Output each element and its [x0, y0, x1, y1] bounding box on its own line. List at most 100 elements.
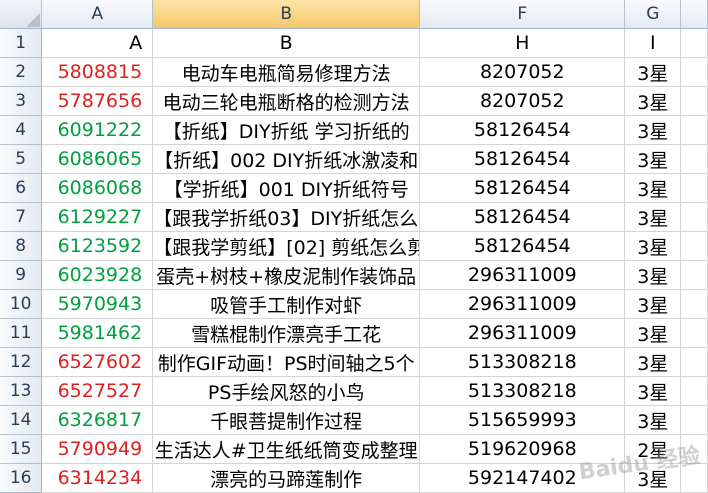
cell-b[interactable]: 雪糕棍制作漂亮手工花	[152, 318, 421, 348]
row-header[interactable]: 13	[0, 376, 43, 406]
cell-a[interactable]: 6086068	[41, 173, 154, 203]
column-header-f[interactable]: F	[419, 0, 626, 29]
column-header-next[interactable]	[680, 0, 708, 29]
cell-empty[interactable]	[680, 202, 708, 232]
cell-empty[interactable]	[680, 86, 708, 116]
cell-a[interactable]: 6129227	[41, 202, 154, 232]
cell-f[interactable]: 8207052	[419, 86, 626, 116]
cell-empty[interactable]	[680, 376, 708, 406]
cell-f[interactable]: 8207052	[419, 57, 626, 87]
cell-g[interactable]: 3星	[624, 115, 682, 145]
cell-a[interactable]: 5970943	[41, 289, 154, 319]
cell-b[interactable]: 【跟我学折纸03】DIY折纸怎么折	[152, 202, 421, 232]
cell-b[interactable]: 蛋壳+树枝+橡皮泥制作装饰品	[152, 260, 421, 290]
cell-g[interactable]: 3星	[624, 144, 682, 174]
cell-b[interactable]: 制作GIF动画！PS时间轴之5个	[152, 347, 421, 377]
cell-a[interactable]: 5981462	[41, 318, 154, 348]
cell-b[interactable]: 生活达人#卫生纸纸筒变成整理	[152, 434, 421, 464]
cell-g[interactable]: 3星	[624, 318, 682, 348]
cell-g[interactable]: 3星	[624, 86, 682, 116]
select-all-corner[interactable]	[0, 0, 43, 29]
cell-a[interactable]: 6314234	[41, 463, 154, 493]
row-header[interactable]: 8	[0, 231, 43, 261]
cell-empty[interactable]	[680, 405, 708, 435]
cell-a[interactable]: 6023928	[41, 260, 154, 290]
cell-g[interactable]: 3星	[624, 231, 682, 261]
cell-f[interactable]: 296311009	[419, 289, 626, 319]
cell-a[interactable]: 6086065	[41, 144, 154, 174]
cell-g[interactable]: 3星	[624, 405, 682, 435]
cell-f[interactable]: 58126454	[419, 202, 626, 232]
table-row: 10 5970943 吸管手工制作对虾 296311009 3星	[0, 289, 708, 319]
column-header-b[interactable]: B	[152, 0, 421, 29]
row-header[interactable]: 6	[0, 173, 43, 203]
row-header[interactable]: 1	[0, 28, 43, 58]
cell-b[interactable]: 【学折纸】001 DIY折纸符号	[152, 173, 421, 203]
cell-g[interactable]: 3星	[624, 289, 682, 319]
cell-empty[interactable]	[680, 347, 708, 377]
cell-empty[interactable]	[680, 289, 708, 319]
cell-b[interactable]: 【折纸】002 DIY折纸冰激凌和	[152, 144, 421, 174]
cell-a[interactable]: 6123592	[41, 231, 154, 261]
cell-empty[interactable]	[680, 144, 708, 174]
row-header[interactable]: 4	[0, 115, 43, 145]
cell-b[interactable]: 漂亮的马蹄莲制作	[152, 463, 421, 493]
cell-b-text: PS手绘风怒的小鸟	[207, 381, 365, 404]
cell-b[interactable]: PS手绘风怒的小鸟	[152, 376, 421, 406]
cell-a[interactable]: A	[41, 28, 154, 58]
cell-f[interactable]: 296311009	[419, 260, 626, 290]
row-header[interactable]: 3	[0, 86, 43, 116]
cell-b[interactable]: 电动车电瓶简易修理方法	[152, 57, 421, 87]
cell-empty[interactable]	[680, 260, 708, 290]
cell-f[interactable]: 58126454	[419, 115, 626, 145]
cell-b[interactable]: 千眼菩提制作过程	[152, 405, 421, 435]
cell-a[interactable]: 6091222	[41, 115, 154, 145]
cell-f[interactable]: 515659993	[419, 405, 626, 435]
cell-f[interactable]: 58126454	[419, 144, 626, 174]
row-header[interactable]: 14	[0, 405, 43, 435]
cell-g[interactable]: 3星	[624, 347, 682, 377]
cell-f[interactable]: 58126454	[419, 231, 626, 261]
cell-empty[interactable]	[680, 318, 708, 348]
cell-b[interactable]: 吸管手工制作对虾	[152, 289, 421, 319]
column-header-g[interactable]: G	[624, 0, 682, 29]
cell-g[interactable]: 3星	[624, 57, 682, 87]
row-header[interactable]: 15	[0, 434, 43, 464]
column-header-a[interactable]: A	[41, 0, 154, 29]
cell-g[interactable]: 3星	[624, 260, 682, 290]
cell-a[interactable]: 5790949	[41, 434, 154, 464]
cell-empty[interactable]	[680, 231, 708, 261]
cell-b-text: 千眼菩提制作过程	[210, 410, 363, 433]
cell-empty[interactable]	[680, 173, 708, 203]
cell-b[interactable]: B	[152, 28, 421, 58]
cell-a[interactable]: 6527602	[41, 347, 154, 377]
cell-a[interactable]: 5787656	[41, 86, 154, 116]
row-header[interactable]: 10	[0, 289, 43, 319]
cell-b[interactable]: 【折纸】DIY折纸 学习折纸的	[152, 115, 421, 145]
cell-f[interactable]: 58126454	[419, 173, 626, 203]
row-header[interactable]: 7	[0, 202, 43, 232]
row-header[interactable]: 2	[0, 57, 43, 87]
cell-a[interactable]: 6527527	[41, 376, 154, 406]
cell-f[interactable]: 513308218	[419, 347, 626, 377]
cell-empty[interactable]	[680, 28, 708, 58]
cell-f[interactable]: H	[419, 28, 626, 58]
cell-empty[interactable]	[680, 115, 708, 145]
cell-b[interactable]: 【跟我学剪纸】[02] 剪纸怎么剪	[152, 231, 421, 261]
row-header[interactable]: 5	[0, 144, 43, 174]
cell-f[interactable]: 513308218	[419, 376, 626, 406]
row-header[interactable]: 11	[0, 318, 43, 348]
cell-g[interactable]: 3星	[624, 202, 682, 232]
cell-a[interactable]: 5808815	[41, 57, 154, 87]
cell-g[interactable]: 3星	[624, 376, 682, 406]
cell-b[interactable]: 电动三轮电瓶断格的检测方法	[152, 86, 421, 116]
row-header[interactable]: 12	[0, 347, 43, 377]
cell-a[interactable]: 6326817	[41, 405, 154, 435]
cell-b-text: 漂亮的马蹄莲制作	[210, 468, 363, 491]
cell-empty[interactable]	[680, 57, 708, 87]
cell-g[interactable]: 3星	[624, 173, 682, 203]
row-header[interactable]: 9	[0, 260, 43, 290]
cell-f[interactable]: 296311009	[419, 318, 626, 348]
cell-g[interactable]: I	[624, 28, 682, 58]
row-header[interactable]: 16	[0, 463, 43, 493]
